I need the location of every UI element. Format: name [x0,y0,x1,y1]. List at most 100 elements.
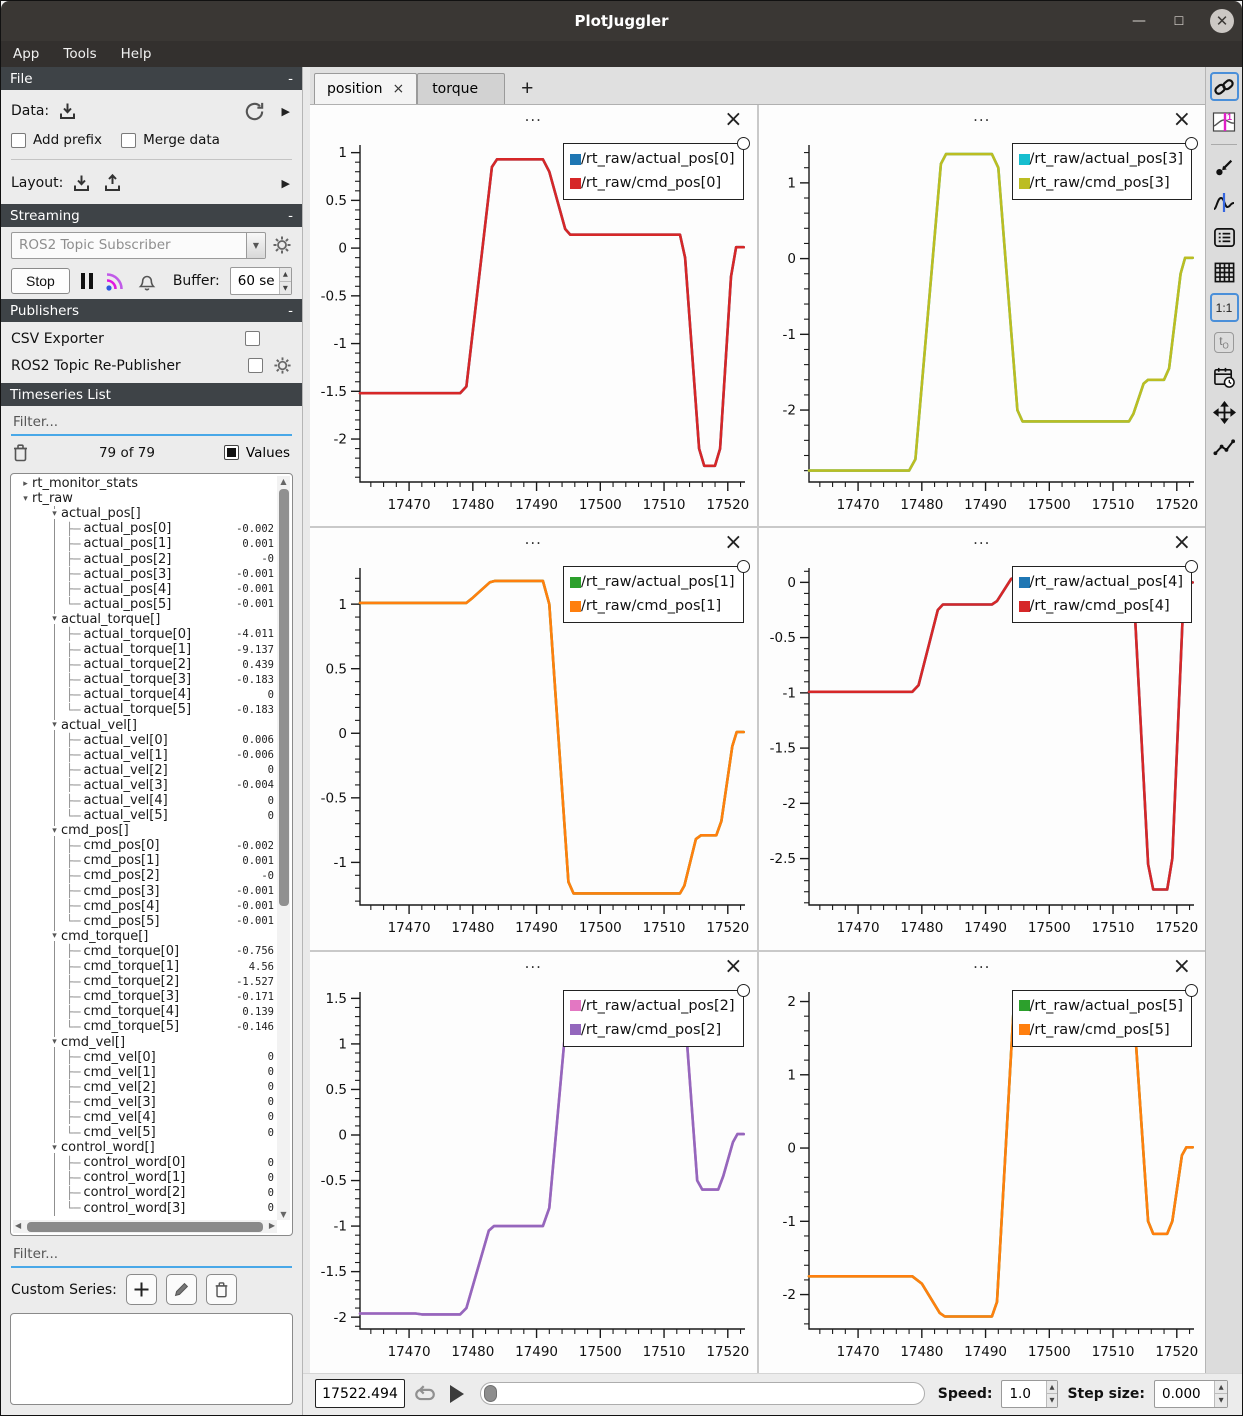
plot-close-button[interactable]: × [1173,109,1191,131]
expand-arrow-icon[interactable]: ▾ [48,826,61,836]
tree-item[interactable]: ├─actual_torque[0]-4.011 [55,627,277,642]
timeseries-filter-input[interactable] [11,411,292,436]
plot-close-button[interactable]: × [1173,956,1191,978]
tree-item[interactable]: ├─actual_vel[4]0 [55,793,277,808]
polyline-button[interactable] [1210,433,1239,462]
play-button[interactable] [447,1383,467,1405]
streaming-settings-button[interactable] [272,235,292,255]
scroll-down-icon[interactable]: ▼ [277,1210,290,1219]
tab-position[interactable]: position × [314,73,417,104]
tree-item[interactable]: ├─actual_torque[2]0.439 [55,657,277,672]
buffer-value-input[interactable] [231,268,279,294]
menu-app[interactable]: App [13,46,39,62]
tree-item[interactable]: ├─actual_pos[3]-0.001 [55,567,277,582]
stop-streaming-button[interactable]: Stop [11,268,70,294]
tree-item[interactable]: ├─actual_vel[2]0 [55,763,277,778]
file-section-header[interactable]: File - [1,67,302,90]
collapse-indicator[interactable]: - [288,303,293,319]
load-layout-button[interactable] [71,173,92,194]
tree-item[interactable]: └─actual_pos[5]-0.001 [55,597,277,612]
plot-menu-dots[interactable]: ... [310,105,757,127]
scrollbar-thumb[interactable] [279,489,289,906]
expand-arrow-icon[interactable]: ▾ [48,1143,61,1153]
legend-entry[interactable]: /rt_raw/actual_pos[0] [570,147,734,171]
add-custom-series-button[interactable] [126,1274,157,1305]
speed-value-input[interactable] [1002,1381,1045,1407]
current-time-box[interactable] [315,1379,405,1408]
current-time-input[interactable] [316,1386,404,1402]
csv-exporter-checkbox[interactable] [245,331,260,346]
legend-entry[interactable]: /rt_raw/actual_pos[3] [1019,147,1183,171]
tree-item[interactable]: ├─cmd_vel[2]0 [55,1080,277,1095]
tree-group[interactable]: ▾actual_pos[] [55,506,277,521]
spin-up-icon[interactable]: ▲ [1047,1381,1058,1395]
step-size-input[interactable] [1155,1381,1214,1407]
tree-item[interactable]: └─control_word[3]0 [55,1201,277,1216]
tree-item[interactable]: ├─cmd_vel[0]0 [55,1050,277,1065]
legend-entry[interactable]: /rt_raw/actual_pos[4] [1019,570,1183,594]
tree-item[interactable]: ├─actual_torque[3]-0.183 [55,672,277,687]
tree-root[interactable]: ▾rt_raw [13,491,277,506]
spin-up-icon[interactable]: ▲ [1215,1381,1227,1395]
expand-arrow-icon[interactable]: ▾ [48,614,61,624]
layout-menu-arrow-icon[interactable]: ▶ [282,177,292,190]
tree-item[interactable]: ├─cmd_torque[3]-0.171 [55,989,277,1004]
plot-close-button[interactable]: × [724,532,742,554]
legend-drag-handle[interactable] [1185,984,1198,997]
expand-arrow-icon[interactable]: ▾ [19,494,32,504]
scroll-left-icon[interactable]: ◀ [15,1221,21,1230]
plot-close-button[interactable]: × [724,109,742,131]
time-origin-button[interactable]: tO [1210,328,1239,357]
legend-entry[interactable]: /rt_raw/cmd_pos[3] [1019,171,1183,195]
tab-torque[interactable]: torque [417,73,505,104]
datetime-button[interactable] [1210,363,1239,392]
custom-series-list[interactable] [10,1313,293,1405]
legend-entry[interactable]: /rt_raw/actual_pos[2] [570,994,734,1018]
tree-item[interactable]: ├─actual_pos[0]-0.002 [55,521,277,536]
tree-group[interactable]: ▾actual_torque[] [55,612,277,627]
legend-entry[interactable]: /rt_raw/actual_pos[1] [570,570,734,594]
load-data-button[interactable] [57,101,78,122]
notification-bell-icon[interactable] [137,271,157,292]
zoom-to-point-button[interactable] [1210,153,1239,182]
plot-cell-4[interactable]: 0-0.5-1-1.5-2-2.517470174801749017500175… [759,528,1206,949]
plot-cell-5[interactable]: 1.510.50-0.5-1-1.5-217470174801749017500… [310,952,757,1373]
tree-item[interactable]: └─actual_vel[5]0 [55,808,277,823]
legend-list-button[interactable] [1210,223,1239,252]
plot-menu-dots[interactable]: ... [310,528,757,550]
tree-group[interactable]: ▾actual_vel[] [55,718,277,733]
legend-entry[interactable]: /rt_raw/cmd_pos[5] [1019,1018,1183,1042]
plot-close-button[interactable]: × [724,956,742,978]
tree-item[interactable]: ├─actual_vel[1]-0.006 [55,748,277,763]
maximize-button[interactable]: ☐ [1170,14,1188,28]
tree-root[interactable]: ▸rt_monitor_stats [13,476,277,491]
tree-item[interactable]: ├─cmd_pos[1]0.001 [55,853,277,868]
tree-item[interactable]: ├─actual_pos[2]-0 [55,551,277,566]
legend-entry[interactable]: /rt_raw/cmd_pos[2] [570,1018,734,1042]
plot-menu-dots[interactable]: ... [759,528,1206,550]
tree-item[interactable]: └─actual_torque[5]-0.183 [55,702,277,717]
legend-entry[interactable]: /rt_raw/cmd_pos[0] [570,171,734,195]
menu-help[interactable]: Help [121,46,152,62]
plot-cell-6[interactable]: 210-1-2174701748017490175001751017520 ..… [759,952,1206,1373]
ros2-republisher-checkbox[interactable] [248,358,263,373]
add-tab-button[interactable]: + [521,77,533,104]
tree-item[interactable]: ├─cmd_pos[0]-0.002 [55,838,277,853]
spin-down-icon[interactable]: ▼ [1215,1394,1227,1407]
expand-arrow-icon[interactable]: ▸ [19,479,32,489]
tree-item[interactable]: ├─control_word[0]0 [55,1155,277,1170]
scrollbar-thumb[interactable] [27,1222,263,1232]
plot-close-button[interactable]: × [1173,532,1191,554]
expand-arrow-icon[interactable]: ▾ [48,509,61,519]
tree-item[interactable]: └─cmd_torque[5]-0.146 [55,1019,277,1034]
vertical-scrollbar[interactable]: ▲ ▼ [277,476,290,1220]
horizontal-scrollbar[interactable]: ◀ ▶ [13,1220,277,1233]
plot-menu-dots[interactable]: ... [310,952,757,974]
tree-group[interactable]: ▾cmd_torque[] [55,929,277,944]
legend-drag-handle[interactable] [737,137,750,150]
collapse-indicator[interactable]: - [288,71,293,87]
speed-spinbox[interactable]: ▲ ▼ [1001,1380,1058,1408]
merge-data-checkbox[interactable] [121,133,136,148]
spin-down-icon[interactable]: ▼ [1047,1394,1058,1407]
collapse-indicator[interactable]: - [288,208,293,224]
